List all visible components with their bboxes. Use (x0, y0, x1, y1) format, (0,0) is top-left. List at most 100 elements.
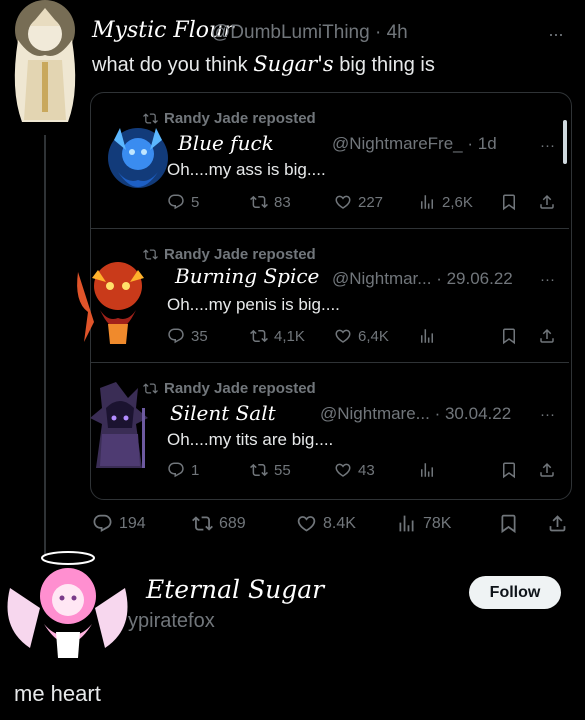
share-icon (540, 328, 554, 343)
quoted-1-repost-label: Randy Jade reposted (164, 110, 316, 127)
quoted-2-bookmark-button[interactable] (500, 327, 518, 345)
quoted-1-views-button[interactable]: 2,6K (418, 193, 473, 211)
quoted-2-handle-time: @Nightmar... · 29.06.22 (332, 269, 513, 289)
reply-icon (93, 514, 112, 532)
quoted-3-repost-label: Randy Jade reposted (164, 380, 316, 397)
main-post-time[interactable]: · 4h (375, 22, 408, 43)
main-post-text-before: what do you think (92, 54, 248, 76)
reply-handle[interactable]: ypiratefox (128, 610, 215, 633)
quoted-3-time[interactable]: · 30.04.22 (435, 404, 512, 423)
reply-icon (168, 328, 184, 344)
views-icon (399, 515, 414, 532)
card-separator-2 (91, 362, 569, 363)
main-repost-count: 689 (219, 514, 246, 532)
heart-icon (335, 195, 351, 209)
quoted-1-reply-count: 5 (191, 193, 200, 211)
main-post-text-name: Sugar's (253, 52, 334, 76)
quoted-3-reply-count: 1 (191, 461, 200, 479)
bookmark-icon (503, 328, 515, 345)
main-post-text-after: big thing is (339, 54, 435, 76)
quoted-1-repost-button[interactable]: 83 (250, 193, 291, 211)
main-reply-button[interactable]: 194 (92, 513, 146, 534)
follow-button[interactable]: Follow (469, 576, 561, 609)
main-bookmark-button[interactable] (498, 513, 519, 534)
quoted-2-time[interactable]: · 29.06.22 (436, 269, 513, 288)
views-icon (421, 329, 433, 343)
mystic-flour-avatar[interactable] (0, 0, 90, 130)
quoted-1-display-name[interactable]: Blue fuck (178, 131, 274, 155)
reply-display-name[interactable]: Eternal Sugar (146, 575, 324, 604)
quoted-3-text: Oh....my tits are big.... (167, 430, 334, 449)
bookmark-icon (503, 462, 515, 479)
share-icon (540, 194, 554, 209)
views-icon (421, 463, 433, 477)
quoted-3-like-button[interactable]: 43 (334, 461, 375, 479)
quoted-3-handle[interactable]: @Nightmare... (320, 404, 430, 423)
reply-icon (168, 194, 184, 210)
quoted-2-repost-button[interactable]: 4,1K (250, 327, 305, 345)
main-repost-button[interactable]: 689 (192, 513, 246, 534)
quoted-1-handle-time: @NightmareFre_ · 1d (332, 134, 497, 154)
thread-line (44, 135, 46, 555)
main-post-more-button[interactable]: ··· (548, 24, 564, 45)
quoted-3-like-count: 43 (358, 461, 375, 479)
bookmark-icon (501, 514, 516, 534)
quoted-2-reply-button[interactable]: 35 (167, 327, 208, 345)
quoted-2-reply-count: 35 (191, 327, 208, 345)
repost-icon (250, 463, 268, 477)
main-like-button[interactable]: 8.4K (296, 513, 356, 534)
quoted-3-views-button[interactable] (418, 461, 442, 479)
card-scrollbar[interactable] (563, 120, 567, 164)
quoted-1-time[interactable]: · 1d (467, 134, 496, 153)
quoted-1-like-count: 227 (358, 193, 384, 211)
repost-icon (250, 195, 268, 209)
silent-salt-avatar[interactable] (76, 378, 164, 474)
main-share-button[interactable] (547, 513, 568, 534)
quoted-2-views-button[interactable] (418, 327, 442, 345)
quoted-3-repost-count: 55 (274, 461, 291, 479)
main-reply-count: 194 (119, 514, 146, 532)
quoted-1-share-button[interactable] (538, 193, 556, 211)
main-post-text: what do you think Sugar's big thing is (92, 52, 435, 77)
quoted-3-reply-button[interactable]: 1 (167, 461, 199, 479)
repost-icon (192, 516, 213, 531)
quoted-3-repost-line: Randy Jade reposted (143, 380, 316, 397)
quoted-2-share-button[interactable] (538, 327, 556, 345)
views-icon (421, 195, 433, 209)
quoted-3-share-button[interactable] (538, 461, 556, 479)
quoted-1-bookmark-button[interactable] (500, 193, 518, 211)
repost-icon (250, 329, 268, 343)
burning-spice-avatar[interactable] (68, 252, 162, 348)
quoted-2-text: Oh....my penis is big.... (167, 295, 340, 314)
quoted-1-reply-button[interactable]: 5 (167, 193, 199, 211)
share-icon (540, 462, 554, 477)
quoted-2-like-button[interactable]: 6,4K (334, 327, 389, 345)
quoted-2-repost-count: 4,1K (274, 327, 305, 345)
main-views-button[interactable]: 78K (396, 513, 451, 534)
bookmark-icon (503, 194, 515, 211)
quoted-2-repost-line: Randy Jade reposted (143, 246, 316, 263)
heart-icon (297, 516, 316, 532)
card-separator-1 (91, 228, 569, 229)
heart-icon (335, 329, 351, 343)
quoted-3-repost-button[interactable]: 55 (250, 461, 291, 479)
eternal-sugar-avatar[interactable] (0, 548, 135, 663)
quoted-1-repost-count: 83 (274, 193, 291, 211)
quoted-1-text: Oh....my ass is big.... (167, 160, 326, 179)
quoted-3-more-button[interactable]: ··· (540, 406, 555, 423)
quoted-1-like-button[interactable]: 227 (334, 193, 383, 211)
main-views-count: 78K (423, 514, 452, 532)
quoted-1-handle[interactable]: @NightmareFre_ (332, 134, 463, 153)
quoted-3-bookmark-button[interactable] (500, 461, 518, 479)
quoted-2-handle[interactable]: @Nightmar... (332, 269, 431, 288)
quoted-1-more-button[interactable]: ··· (540, 137, 555, 154)
quoted-2-like-count: 6,4K (358, 327, 389, 345)
quoted-2-more-button[interactable]: ··· (540, 271, 555, 288)
quoted-1-views-count: 2,6K (442, 193, 473, 211)
quoted-3-display-name[interactable]: Silent Salt (170, 401, 276, 425)
main-like-count: 8.4K (323, 514, 356, 532)
main-post-handle[interactable]: @DumbLumiThing (211, 22, 370, 43)
reply-text: me heart (14, 681, 101, 706)
quoted-2-repost-label: Randy Jade reposted (164, 246, 316, 263)
quoted-2-display-name[interactable]: Burning Spice (175, 264, 319, 288)
